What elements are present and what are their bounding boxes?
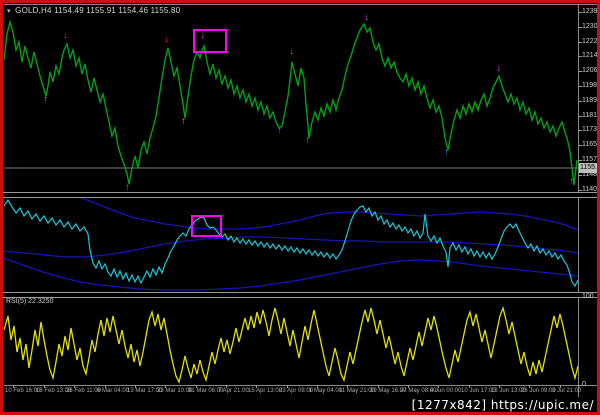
bollinger-lower	[3, 257, 579, 291]
sell-signal-arrow-icon: ↓	[63, 30, 68, 41]
time-axis-label: 15 Apr 13:00	[248, 385, 283, 394]
chart-dropdown-icon[interactable]: ▾	[7, 8, 11, 15]
buy-signal-arrow-icon: ↑	[569, 176, 574, 187]
symbol-period-label: GOLD,H4	[15, 6, 52, 15]
sell-signal-arrow-icon: ↓	[496, 63, 501, 74]
rsi-indicator-label: RSI(5) 22.3250	[6, 298, 54, 305]
chart-top-frame-line	[4, 4, 598, 5]
time-axis-label: 4 Jun 00:00	[430, 385, 462, 394]
chart-canvas	[3, 19, 579, 384]
axis-tick-label: 100	[578, 293, 594, 300]
axis-tick-label: 1140.70	[578, 186, 600, 194]
panel-separator-1[interactable]	[3, 192, 597, 198]
sell-signal-arrow-icon: ↓	[289, 46, 294, 57]
watermark-caption: [1277x842] https://upic.me/	[411, 398, 594, 412]
axis-tick-label: 1189.90	[578, 97, 600, 105]
time-axis-line	[4, 385, 598, 386]
buy-signal-arrow-icon: ↑	[125, 182, 130, 193]
ohlc-values: 1154.49 1155.91 1154.46 1155.80	[54, 6, 181, 15]
buy-signal-arrow-icon: ↑	[181, 116, 186, 127]
time-axis-label: 6 Mar 04:00	[97, 385, 130, 394]
price-axis-line	[578, 4, 579, 397]
sell-signal-arrow-icon: ↓	[364, 12, 369, 23]
axis-tick-label: 1214.50	[577, 52, 600, 60]
time-axis-label: 3 Jul 21:00	[552, 385, 582, 394]
axis-tick-label: 1239.10	[577, 8, 600, 16]
time-axis-label: 26 Feb 11:00	[66, 385, 101, 394]
buy-signal-arrow-icon: ↑	[305, 135, 310, 146]
sell-signal-arrow-icon: ↓	[164, 34, 169, 45]
current-price-box: 1155.80	[579, 163, 600, 173]
buy-signal-arrow-icon: ↑	[43, 94, 48, 105]
axis-tick-label: 1198.10	[578, 82, 600, 90]
axis-tick-label: 1222.70	[577, 38, 600, 46]
time-axis-label: 7 Apr 21:00	[218, 385, 249, 394]
axis-tick-label: 1206.30	[577, 67, 600, 75]
signal-highlight-box	[191, 215, 222, 237]
time-axis-label: 23 Apr 08:00	[279, 385, 314, 394]
signal-highlight-box	[193, 29, 227, 53]
axis-tick-label: 1165.30	[578, 141, 600, 149]
sell-signal-arrow-icon: ↓	[200, 30, 205, 41]
buy-signal-arrow-icon: ↑	[277, 125, 282, 136]
axis-tick-label: 1173.50	[578, 126, 600, 134]
time-axis-label: 1 May 04:00	[309, 385, 343, 394]
mt4-chart-window: ▾ GOLD,H4 1154.49 1155.91 1154.46 1155.8…	[0, 0, 600, 415]
time-axis-label: 26 Jun 09:00	[521, 385, 556, 394]
axis-tick-label: 1181.70	[578, 112, 600, 120]
bollinger-upper	[75, 195, 579, 231]
rsi-5	[3, 305, 579, 384]
axis-tick-label: 1230.90	[577, 23, 600, 31]
panel-separator-2[interactable]	[3, 292, 597, 298]
chart-title: ▾ GOLD,H4 1154.49 1155.91 1154.46 1155.8…	[7, 6, 180, 15]
buy-signal-arrow-icon: ↑	[444, 147, 449, 158]
axis-tick-label: 0	[578, 381, 586, 388]
